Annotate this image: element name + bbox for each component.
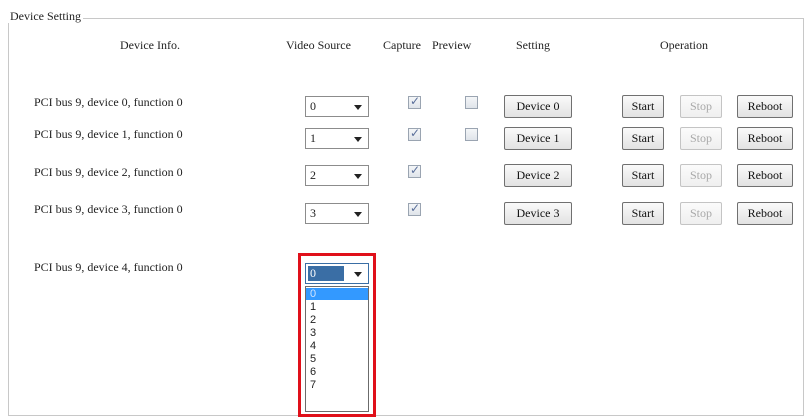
device-setting-button[interactable]: Device 0 [504,95,572,118]
preview-checkbox[interactable] [465,128,478,141]
device-info-label: PCI bus 9, device 2, function 0 [34,165,183,179]
header-preview: Preview [432,38,472,52]
check-mark-icon: ✓ [410,163,421,177]
device-info-label: PCI bus 9, device 1, function 0 [34,127,183,141]
chevron-down-icon [354,137,362,142]
capture-checkbox[interactable]: ✓ [408,94,421,109]
video-source-value: 0 [310,266,316,280]
capture-checkbox[interactable]: ✓ [408,201,421,216]
header-video-source: Video Source [286,38,351,52]
device-setting-button[interactable]: Device 1 [504,127,572,150]
capture-checkbox[interactable]: ✓ [408,126,421,141]
start-button[interactable]: Start [622,202,664,225]
stop-button[interactable]: Stop [680,127,722,150]
check-mark-icon: ✓ [410,94,421,108]
video-source-select[interactable]: 2 [305,165,369,186]
video-source-select[interactable]: 1 [305,128,369,149]
preview-checkbox[interactable] [465,96,478,109]
header-capture: Capture [383,38,421,52]
header-operation: Operation [660,38,708,52]
header-setting: Setting [516,38,551,52]
check-mark-icon: ✓ [410,126,421,140]
device-info-label: PCI bus 9, device 4, function 0 [34,260,183,274]
group-title: Device Setting [8,9,83,23]
device-setting-button[interactable]: Device 2 [504,164,572,187]
chevron-down-icon [354,105,362,110]
video-source-value: 0 [310,99,316,113]
chevron-down-icon [354,212,362,217]
reboot-button[interactable]: Reboot [737,127,793,150]
stop-button[interactable]: Stop [680,164,722,187]
chevron-down-icon [354,174,362,179]
device-info-label: PCI bus 9, device 3, function 0 [34,202,183,216]
video-source-value: 1 [310,131,316,145]
stop-button[interactable]: Stop [680,202,722,225]
check-mark-icon: ✓ [410,201,421,215]
video-source-value: 2 [310,168,316,182]
reboot-button[interactable]: Reboot [737,202,793,225]
reboot-button[interactable]: Reboot [737,95,793,118]
video-source-select[interactable]: 0 [305,96,369,117]
video-source-select[interactable]: 3 [305,203,369,224]
start-button[interactable]: Start [622,95,664,118]
capture-checkbox[interactable]: ✓ [408,163,421,178]
device-setting-button[interactable]: Device 3 [504,202,572,225]
reboot-button[interactable]: Reboot [737,164,793,187]
start-button[interactable]: Start [622,164,664,187]
header-device-info: Device Info. [120,38,180,52]
video-source-value: 3 [310,206,316,220]
device-info-label: PCI bus 9, device 0, function 0 [34,95,183,109]
start-button[interactable]: Start [622,127,664,150]
stop-button[interactable]: Stop [680,95,722,118]
